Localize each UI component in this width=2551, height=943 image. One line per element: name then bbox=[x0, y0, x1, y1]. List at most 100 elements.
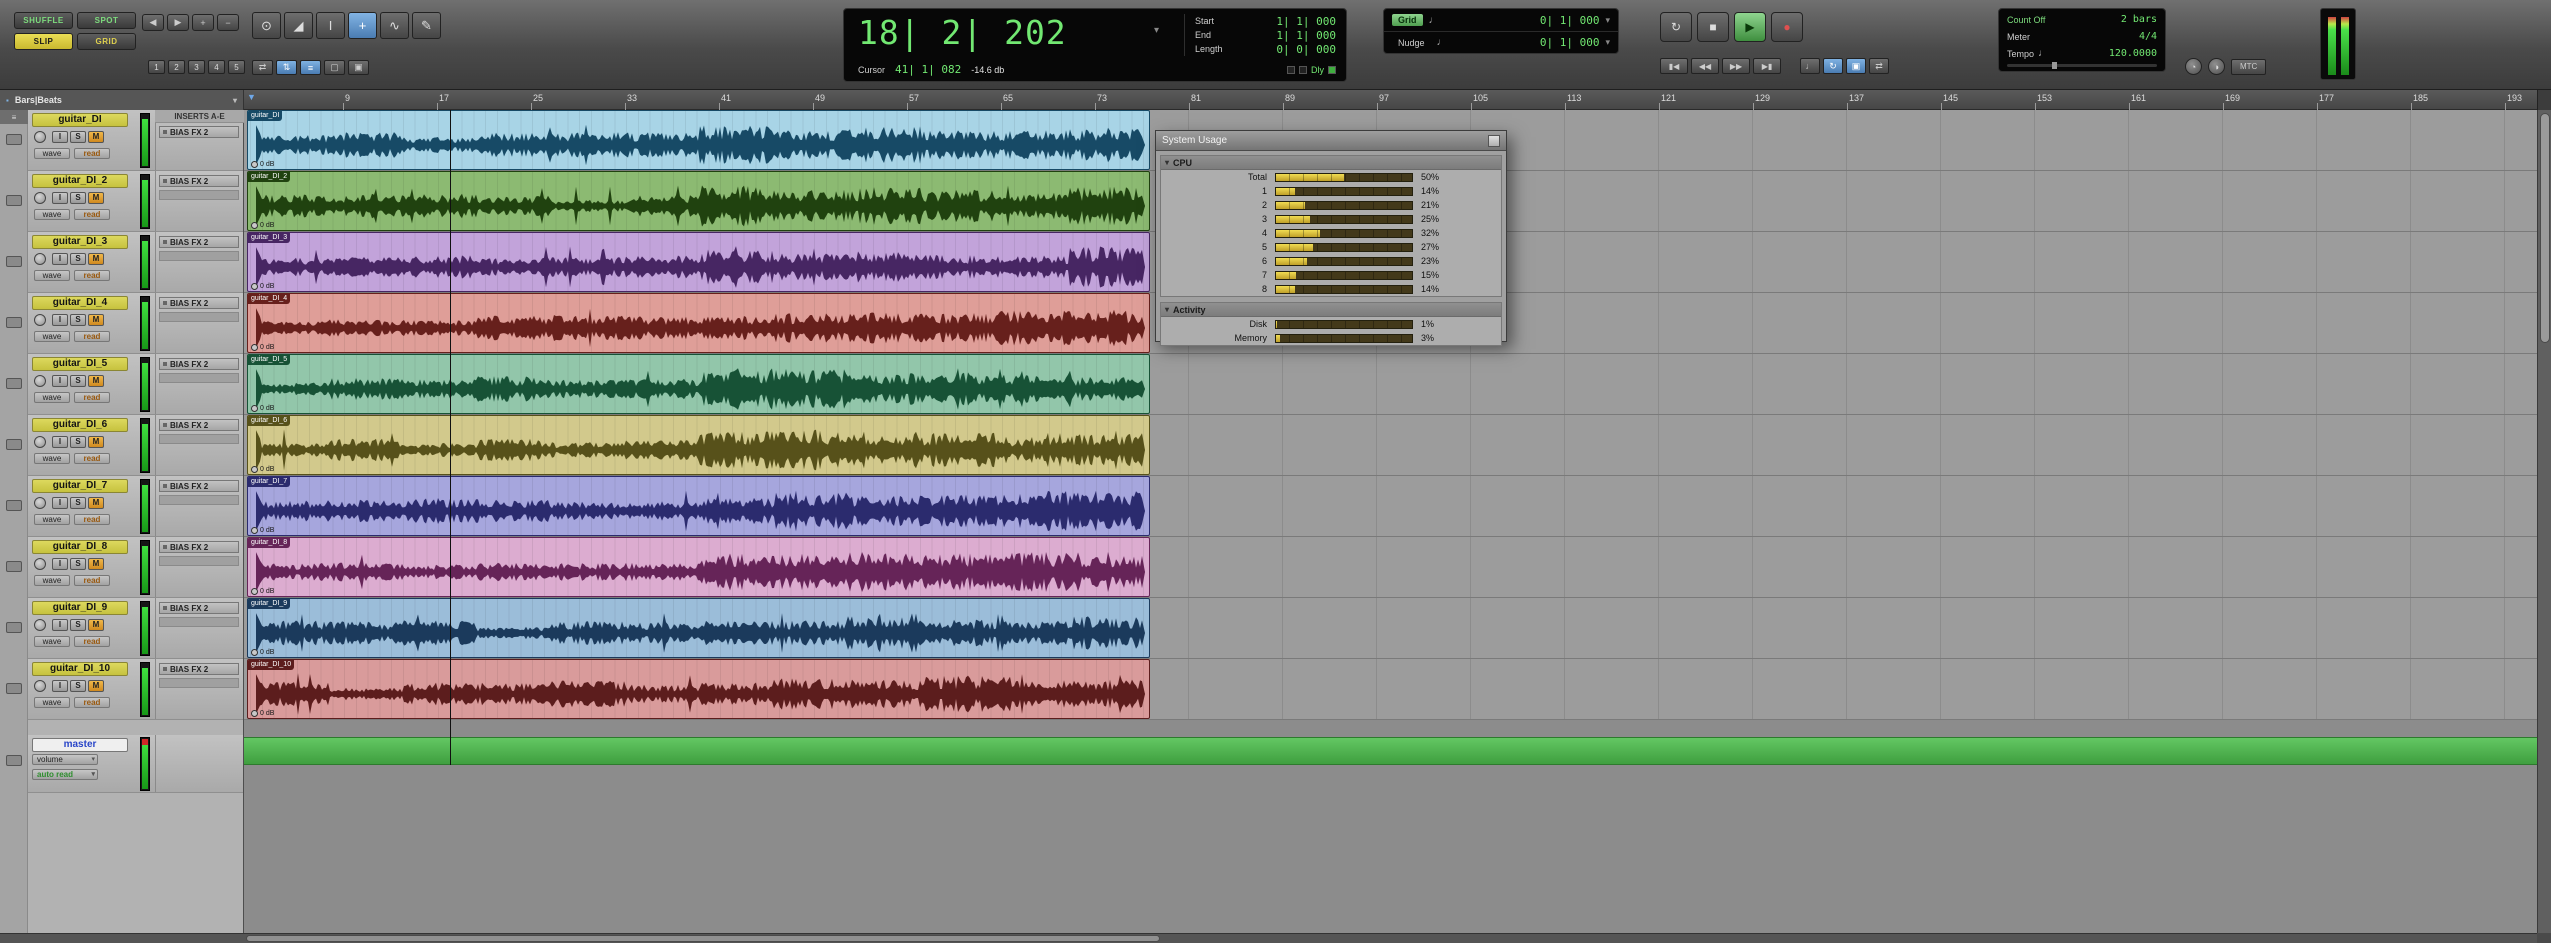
input-monitor-button[interactable]: I bbox=[52, 436, 68, 448]
track-view-selector[interactable]: wave bbox=[34, 392, 70, 403]
track-view-selector[interactable]: wave bbox=[34, 453, 70, 464]
tempo-slider-knob[interactable] bbox=[2052, 62, 2057, 69]
insert-slot-a[interactable]: BIAS FX 2 bbox=[159, 126, 239, 138]
chevron-down-icon[interactable]: ▾ bbox=[1605, 37, 1610, 48]
edit-mode-spot[interactable]: SPOT bbox=[77, 12, 136, 29]
audio-clip-guitar_DI_10[interactable]: guitar_DI_10 0 dB bbox=[247, 659, 1150, 719]
input-monitor-button[interactable]: I bbox=[52, 680, 68, 692]
ruler-tick-137[interactable]: 137 bbox=[1847, 90, 1877, 110]
cpu-section-header[interactable]: ▾ CPU bbox=[1161, 156, 1501, 170]
track-view-selector[interactable]: wave bbox=[34, 575, 70, 586]
insert-slot-a[interactable]: BIAS FX 2 bbox=[159, 541, 239, 553]
track-view-selector[interactable]: wave bbox=[34, 209, 70, 220]
input-monitor-button[interactable]: I bbox=[52, 314, 68, 326]
ruler-tick-89[interactable]: 89 bbox=[1283, 90, 1313, 110]
master-mini-icon[interactable] bbox=[6, 755, 22, 766]
delay-indicator-icon[interactable] bbox=[1328, 66, 1336, 74]
count-off-button[interactable]: Count Off bbox=[2007, 15, 2045, 25]
edit-mode-slip[interactable]: SLIP bbox=[14, 33, 73, 50]
track-lane[interactable]: guitar_DI_9 0 dB bbox=[244, 598, 2537, 659]
ruler-tick-169[interactable]: 169 bbox=[2223, 90, 2253, 110]
input-monitor-button[interactable]: I bbox=[52, 192, 68, 204]
audio-clip-guitar_DI_5[interactable]: guitar_DI_5 0 dB bbox=[247, 354, 1150, 414]
loop-playback-button[interactable]: ↻ bbox=[1823, 58, 1843, 74]
automation-mode-selector[interactable]: read bbox=[74, 575, 110, 586]
ruler-tick-113[interactable]: 113 bbox=[1565, 90, 1595, 110]
vertical-scrollbar[interactable] bbox=[2537, 110, 2551, 933]
go-to-end-button[interactable]: ▶▮ bbox=[1753, 58, 1781, 74]
play-button[interactable]: ▶ bbox=[1734, 12, 1766, 42]
track-lane[interactable]: guitar_DI_10 0 dB bbox=[244, 659, 2537, 720]
track-name[interactable]: guitar_DI_6 bbox=[32, 418, 128, 432]
ruler-tick-57[interactable]: 57 bbox=[907, 90, 937, 110]
track-name[interactable]: guitar_DI_4 bbox=[32, 296, 128, 310]
audio-clip-guitar_DI_3[interactable]: guitar_DI_3 0 dB bbox=[247, 232, 1150, 292]
insert-slot-a[interactable]: BIAS FX 2 bbox=[159, 602, 239, 614]
insert-slot-b[interactable] bbox=[159, 251, 239, 261]
insertion-follows-playback-button[interactable]: ▣ bbox=[348, 60, 369, 75]
ruler-tick-33[interactable]: 33 bbox=[625, 90, 655, 110]
ruler-tick-17[interactable]: 17 bbox=[437, 90, 467, 110]
nudge-value[interactable]: 0| 1| 000 bbox=[1540, 36, 1600, 49]
scrub-tool[interactable]: ∿ bbox=[380, 12, 409, 39]
zoom-preset-1[interactable]: 1 bbox=[148, 60, 165, 74]
ruler-tick-145[interactable]: 145 bbox=[1941, 90, 1971, 110]
track-list-icon[interactable] bbox=[6, 561, 22, 572]
track-name[interactable]: guitar_DI_8 bbox=[32, 540, 128, 554]
audio-clip-guitar_DI_4[interactable]: guitar_DI_4 0 dB bbox=[247, 293, 1150, 353]
ruler-ticks[interactable]: ▼ 9 17 25 33 41 49 57 65 73 81 89 97 105 113 121 129 137… bbox=[244, 90, 2537, 110]
insert-slot-b[interactable] bbox=[159, 556, 239, 566]
ruler-tick-121[interactable]: 121 bbox=[1659, 90, 1689, 110]
audio-clip-guitar_DI_8[interactable]: guitar_DI_8 0 dB bbox=[247, 537, 1150, 597]
track-view-selector[interactable]: wave bbox=[34, 148, 70, 159]
horizontal-scrollbar-thumb[interactable] bbox=[246, 935, 1160, 942]
solo-button[interactable]: S bbox=[70, 436, 86, 448]
ruler-tick-49[interactable]: 49 bbox=[813, 90, 843, 110]
record-enable-button[interactable] bbox=[34, 436, 46, 448]
solo-button[interactable]: S bbox=[70, 192, 86, 204]
mute-button[interactable]: M bbox=[88, 436, 104, 448]
track-list-icon[interactable] bbox=[6, 195, 22, 206]
nav-button-1[interactable]: ◀ bbox=[142, 14, 164, 31]
edit-mode-grid[interactable]: GRID bbox=[77, 33, 136, 50]
solo-button[interactable]: S bbox=[70, 253, 86, 265]
track-lane[interactable]: guitar_DI_7 0 dB bbox=[244, 476, 2537, 537]
insert-slot-a[interactable]: BIAS FX 2 bbox=[159, 419, 239, 431]
solo-button[interactable]: S bbox=[70, 131, 86, 143]
mute-button[interactable]: M bbox=[88, 253, 104, 265]
track-view-selector[interactable]: wave bbox=[34, 514, 70, 525]
checkbox-icon[interactable] bbox=[1299, 66, 1307, 74]
start-value[interactable]: 1| 1| 000 bbox=[1276, 15, 1336, 28]
solo-button[interactable]: S bbox=[70, 375, 86, 387]
insert-slot-b[interactable] bbox=[159, 617, 239, 627]
disclosure-triangle-icon[interactable]: ▾ bbox=[1165, 305, 1169, 314]
insert-slot-a[interactable]: BIAS FX 2 bbox=[159, 236, 239, 248]
chevron-down-icon[interactable]: ▾ bbox=[233, 96, 237, 105]
meter-value[interactable]: 4/4 bbox=[2139, 31, 2157, 42]
link-timeline-edit-button[interactable]: ⇄ bbox=[252, 60, 273, 75]
vertical-scrollbar-thumb[interactable] bbox=[2540, 113, 2550, 343]
metronome-button[interactable]: ♩ bbox=[1800, 58, 1820, 74]
input-monitor-button[interactable]: I bbox=[52, 558, 68, 570]
track-lane[interactable]: guitar_DI_5 0 dB bbox=[244, 354, 2537, 415]
tab-to-transient-button[interactable]: ▢ bbox=[324, 60, 345, 75]
grid-mode-button[interactable]: Grid bbox=[1392, 14, 1423, 26]
track-list-icon[interactable] bbox=[6, 378, 22, 389]
solo-button[interactable]: S bbox=[70, 314, 86, 326]
ruler-tick-105[interactable]: 105 bbox=[1471, 90, 1501, 110]
zoom-preset-4[interactable]: 4 bbox=[208, 60, 225, 74]
end-value[interactable]: 1| 1| 000 bbox=[1276, 29, 1336, 42]
counter-dropdown-icon[interactable]: ▾ bbox=[1154, 25, 1159, 36]
zoom-tool[interactable]: ⊙ bbox=[252, 12, 281, 39]
audio-clip-guitar_DI_7[interactable]: guitar_DI_7 0 dB bbox=[247, 476, 1150, 536]
insert-slot-a[interactable]: BIAS FX 2 bbox=[159, 358, 239, 370]
record-enable-button[interactable] bbox=[34, 314, 46, 326]
record-enable-button[interactable] bbox=[34, 680, 46, 692]
solo-button[interactable]: S bbox=[70, 497, 86, 509]
selection-marker-icon[interactable]: ▼ bbox=[247, 92, 256, 102]
edit-mode-shuffle[interactable]: SHUFFLE bbox=[14, 12, 73, 29]
insert-slot-a[interactable]: BIAS FX 2 bbox=[159, 175, 239, 187]
tempo-slider[interactable] bbox=[2007, 62, 2157, 69]
record-enable-button[interactable] bbox=[34, 497, 46, 509]
track-list-icon[interactable] bbox=[6, 134, 22, 145]
